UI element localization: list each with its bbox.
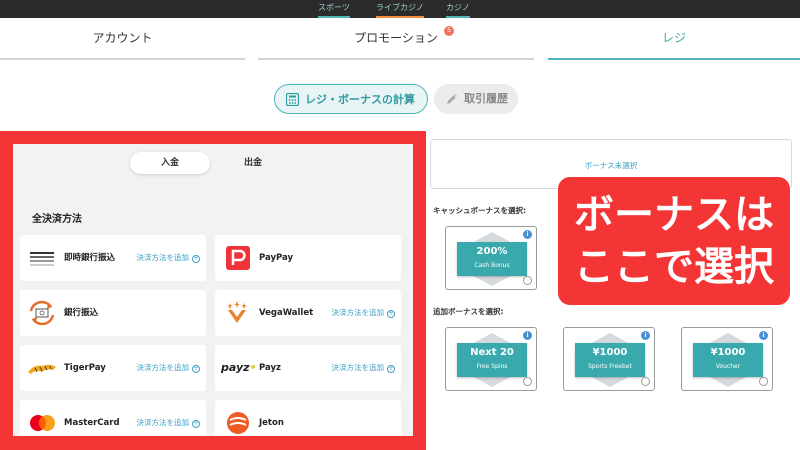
- sports-freebet-bonus-card[interactable]: ¥1000 Sports Freebet i: [563, 327, 655, 391]
- bonus-radio[interactable]: [523, 377, 532, 386]
- payment-method-name: PayPay: [259, 253, 294, 263]
- bonus-plate: Next 20 Free Spins: [457, 343, 527, 377]
- bonus-calculator-button[interactable]: レジ・ボーナスの計算: [274, 84, 428, 114]
- payment-method-tigerpay[interactable]: TigerPay 決済方法を追加 +: [20, 345, 206, 391]
- callout-line-2: ここで選択: [574, 244, 774, 290]
- top-nav-label: ライブカジノ: [376, 3, 424, 12]
- bonus-subtitle: Cash Bonus: [474, 262, 510, 269]
- add-payment-label: 決済方法を追加: [331, 308, 385, 317]
- payment-method-vegawallet[interactable]: VegaWallet 決済方法を追加 +: [215, 290, 401, 336]
- top-nav-label: カジノ: [446, 3, 470, 12]
- bonus-radio[interactable]: [523, 276, 532, 285]
- bonus-subtitle: Free Spins: [476, 363, 508, 370]
- tab-promotion[interactable]: プロモーション: [258, 18, 534, 60]
- payment-method-name: Payz: [259, 363, 281, 373]
- deposit-toggle[interactable]: 入金: [130, 152, 210, 174]
- plus-icon: +: [387, 310, 395, 318]
- payz-icon: payz•: [221, 361, 257, 374]
- info-icon[interactable]: i: [523, 230, 532, 239]
- calculator-icon: [286, 93, 299, 106]
- tab-label: レジ: [661, 31, 686, 45]
- payment-method-name: 即時銀行振込: [64, 253, 116, 263]
- callout-line-1: ボーナスは: [574, 192, 774, 238]
- add-payment-link[interactable]: 決済方法を追加 +: [331, 290, 395, 336]
- bonus-title: ¥1000: [592, 347, 628, 358]
- payment-method-name: TigerPay: [64, 363, 106, 373]
- payment-method-name: VegaWallet: [259, 308, 314, 318]
- add-payment-label: 決済方法を追加: [136, 253, 190, 262]
- free-spins-bonus-card[interactable]: Next 20 Free Spins i: [445, 327, 537, 391]
- payment-method-payz[interactable]: payz• Payz 決済方法を追加 +: [215, 345, 401, 391]
- info-icon[interactable]: i: [641, 331, 650, 340]
- add-payment-link[interactable]: 決済方法を追加 +: [136, 400, 200, 436]
- payment-method-jeton[interactable]: Jeton: [215, 400, 401, 436]
- payment-method-name: 銀行振込: [64, 308, 99, 318]
- jeton-icon: [227, 412, 249, 434]
- section-title: 全決済方法: [32, 214, 82, 225]
- stripes-icon: [30, 252, 54, 266]
- bonus-radio[interactable]: [641, 377, 650, 386]
- bonus-subtitle: Voucher: [715, 363, 741, 370]
- cashier-page: スポーツ ライブカジノ カジノ アカウント プロモーション 5 レジ レジ・ボー…: [0, 0, 800, 450]
- pen-icon: [447, 94, 457, 104]
- bonus-radio[interactable]: [759, 377, 768, 386]
- add-payment-link[interactable]: 決済方法を追加 +: [136, 345, 200, 391]
- tab-cashier[interactable]: レジ: [548, 18, 800, 60]
- bonus-plate: 200% Cash Bonus: [457, 242, 527, 276]
- paypay-icon: [226, 246, 250, 270]
- extra-bonus-label: 追加ボーナスを選択:: [433, 307, 504, 316]
- plus-icon: +: [192, 420, 200, 428]
- add-payment-label: 決済方法を追加: [136, 363, 190, 372]
- plus-icon: +: [387, 365, 395, 373]
- info-icon[interactable]: i: [759, 331, 768, 340]
- plus-icon: +: [192, 255, 200, 263]
- payment-method-mastercard[interactable]: MasterCard 決済方法を追加 +: [20, 400, 206, 436]
- tab-label: プロモーション: [354, 31, 438, 45]
- withdraw-toggle[interactable]: 出金: [213, 152, 293, 174]
- vegawallet-icon: [226, 301, 248, 323]
- top-strip: スポーツ ライブカジノ カジノ: [0, 0, 800, 18]
- tab-account[interactable]: アカウント: [0, 18, 245, 60]
- top-nav-casino[interactable]: カジノ: [446, 3, 470, 18]
- bonus-title: Next 20: [470, 347, 514, 358]
- payment-method-bank-transfer[interactable]: 銀行振込: [20, 290, 206, 336]
- payment-panel: 入金 出金 全決済方法 即時銀行振込 決済方法を追加 + PayPay 銀行振込…: [13, 144, 413, 436]
- bonus-title: 200%: [476, 246, 508, 257]
- cash-bonus-card[interactable]: 200% Cash Bonus i: [445, 226, 537, 290]
- bonus-plate: ¥1000 Voucher: [693, 343, 763, 377]
- payment-method-name: Jeton: [259, 418, 284, 428]
- transaction-history-button[interactable]: 取引履歴: [434, 84, 518, 114]
- payment-method-instant-bank[interactable]: 即時銀行振込 決済方法を追加 +: [20, 235, 206, 281]
- annotation-callout: ボーナスは ここで選択: [558, 177, 790, 305]
- tab-underline: [258, 58, 534, 60]
- top-nav-sports[interactable]: スポーツ: [318, 3, 350, 18]
- top-nav-live-casino[interactable]: ライブカジノ: [376, 3, 424, 18]
- add-payment-link[interactable]: 決済方法を追加 +: [331, 345, 395, 391]
- tab-underline: [0, 58, 245, 60]
- add-payment-label: 決済方法を追加: [331, 363, 385, 372]
- payment-method-name: MasterCard: [64, 418, 120, 428]
- top-nav-label: スポーツ: [318, 3, 350, 12]
- bonus-title: ¥1000: [710, 347, 746, 358]
- tigerpay-icon: [28, 364, 56, 374]
- payz-logo-text: payz: [221, 361, 250, 374]
- transaction-history-label: 取引履歴: [464, 92, 508, 105]
- voucher-bonus-card[interactable]: ¥1000 Voucher i: [681, 327, 773, 391]
- cash-bonus-label: キャッシュボーナスを選択:: [433, 206, 526, 215]
- tab-label: アカウント: [92, 31, 153, 45]
- mastercard-icon: [30, 415, 55, 431]
- tab-underline: [548, 58, 800, 60]
- bonus-plate: ¥1000 Sports Freebet: [575, 343, 645, 377]
- plus-icon: +: [192, 365, 200, 373]
- no-bonus-selected-text: ボーナス未選択: [584, 161, 638, 170]
- bank-transfer-icon: [29, 300, 55, 326]
- add-payment-link[interactable]: 決済方法を追加 +: [136, 235, 200, 281]
- bonus-subtitle: Sports Freebet: [588, 363, 632, 370]
- info-icon[interactable]: i: [523, 331, 532, 340]
- add-payment-label: 決済方法を追加: [136, 418, 190, 427]
- payment-method-paypay[interactable]: PayPay: [215, 235, 401, 281]
- bonus-calculator-label: レジ・ボーナスの計算: [305, 93, 415, 106]
- promotion-count-badge: 5: [444, 26, 454, 36]
